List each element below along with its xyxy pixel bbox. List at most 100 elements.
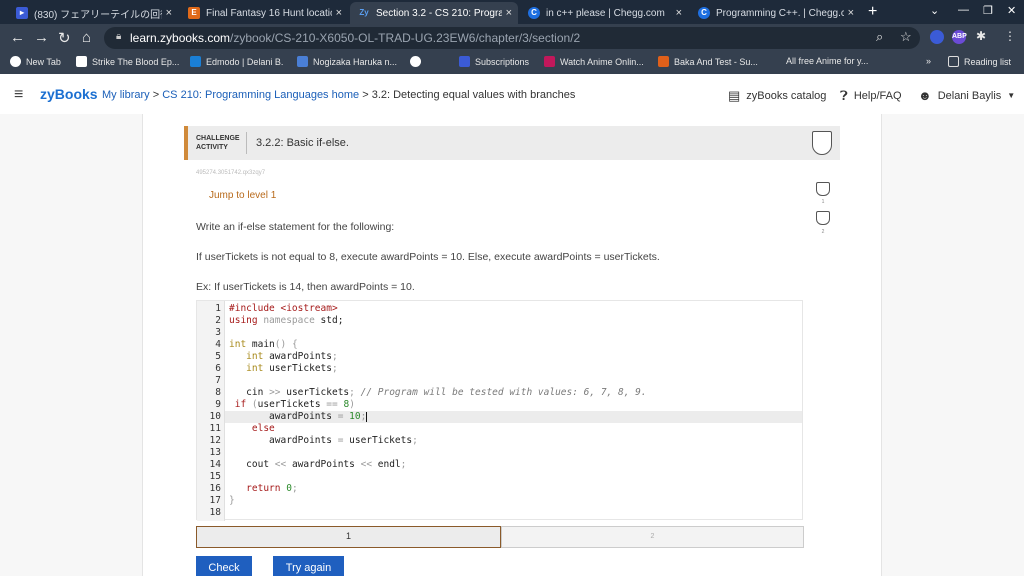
tab-2[interactable]: E Final Fantasy 16 Hunt locatio × [180,2,348,24]
tab-title: Final Fantasy 16 Hunt locatio [206,7,332,19]
edmodo-icon [190,56,201,67]
bookmark-globe[interactable] [410,56,426,67]
code-token: ( [246,399,258,410]
close-tab-icon[interactable]: × [848,7,854,19]
line-number: 7 [215,375,221,386]
label-line: CHALLENGE [196,135,240,142]
user-menu[interactable]: ☻ Delani Baylis ▼ [918,88,1015,103]
code-token: == [320,399,344,410]
close-tab-icon[interactable]: × [336,7,342,19]
tab-search-icon[interactable]: ⌄ [930,4,939,17]
tab-title: Section 3.2 - CS 210: Program [376,7,502,19]
adblock-icon[interactable]: ABP [952,30,967,44]
reading-list-button[interactable]: Reading list [948,56,1011,67]
bookmark-label: Baka And Test - Su... [674,56,758,67]
tab-1[interactable]: ▸ (830) フェアリーテイルの回復 × [8,2,178,24]
bookmark-nogizaka[interactable]: Nogizaka Haruka n... [297,56,397,67]
breadcrumb-library[interactable]: My library [102,89,150,101]
new-tab-button[interactable]: + [868,3,877,21]
code-line: 15 [197,471,802,483]
home-icon[interactable]: ⌂ [82,29,91,46]
bookmark-star-icon[interactable]: ☆ [900,29,912,45]
code-token: userTickets [257,399,321,410]
close-tab-icon[interactable]: × [676,7,682,19]
code-token: std [320,315,338,326]
forward-icon[interactable]: → [34,29,49,46]
help-label: Help/FAQ [853,90,902,102]
text-cursor [366,411,368,422]
close-tab-icon[interactable]: × [506,7,512,19]
menu-kebab-icon[interactable]: ⋮ [1004,29,1016,43]
bookmark-baka-and-test[interactable]: Baka And Test - Su... [658,56,758,67]
code-token: endl [377,459,401,470]
tab-strip: ▸ (830) フェアリーテイルの回復 × E Final Fantasy 16… [0,0,1024,24]
bookmark-label: Strike The Blood Ep... [92,56,180,67]
tab-4[interactable]: C in c++ please | Chegg.com × [520,2,688,24]
code-token: awardPoints [269,411,332,422]
code-token: if [234,399,247,410]
url-host: learn.zybooks.com [130,31,231,45]
chegg-icon: C [528,7,540,19]
user-name: Delani Baylis [937,89,1002,102]
restore-icon[interactable]: ❐ [983,4,993,17]
challenge-header: CHALLENGE ACTIVITY 3.2.2: Basic if-else. [184,126,840,160]
zoom-icon[interactable]: ⌕ [876,29,883,45]
level-1-badge-icon[interactable] [816,182,830,196]
code-token: else [251,423,275,434]
close-window-icon[interactable]: ✕ [1007,4,1016,17]
code-token: awardPoints [269,435,332,446]
code-token: awardPoints [291,459,355,470]
try-again-button[interactable]: Try again [273,556,344,576]
code-token: ; [331,351,338,362]
check-button[interactable]: Check [196,556,252,576]
hamburger-menu-icon[interactable]: ≡ [14,86,23,104]
breadcrumb-separator: > [152,89,160,101]
line-number: 10 [209,411,221,422]
progress-segment-1[interactable]: 1 [196,526,501,548]
minimize-icon[interactable]: — [958,4,969,16]
bookmarks-overflow-button[interactable]: » [926,56,931,66]
extensions-puzzle-icon[interactable]: ✱ [976,29,986,43]
close-tab-icon[interactable]: × [166,7,172,19]
bookmark-strike-the-blood[interactable]: Strike The Blood Ep... [76,56,179,67]
bookmark-watch-anime[interactable]: Watch Anime Onlin... [544,56,644,67]
breadcrumb-course[interactable]: CS 210: Programming Languages home [162,89,359,101]
code-line: 16 return 0; [197,483,802,495]
bookmark-label: Edmodo | Delani B. [206,56,284,67]
level-2-number: 2 [821,229,825,235]
code-line: 8 cin >> userTickets; // Program will be… [197,387,802,399]
extension-icon[interactable] [930,30,944,44]
bookmark-new-tab[interactable]: New Tab [10,56,61,67]
code-token: cin [246,387,264,398]
code-token: return [246,483,281,494]
help-link[interactable]: ❓︎ Help/FAQ [840,88,902,104]
progress-segment-2[interactable]: 2 [501,526,804,548]
code-line-active: 10 awardPoints = 10; [197,411,802,423]
bookmark-edmodo[interactable]: Edmodo | Delani B. [190,56,283,67]
address-bar[interactable]: 🔒︎ learn.zybooks.com/zybook/CS-210-X6050… [104,27,920,49]
reload-icon[interactable]: ↻ [58,29,71,47]
code-editor[interactable]: 1 #include <iostream> 2 using namespace st… [196,300,803,521]
youtube-icon [459,56,470,67]
catalog-label: zyBooks catalog [746,90,827,102]
instruction-text: Write an if-else statement for the follo… [196,221,395,233]
tab-3-active[interactable]: Zy Section 3.2 - CS 210: Program × [350,2,518,24]
jump-to-level-link[interactable]: Jump to level 1 [209,190,276,201]
catalog-link[interactable]: ▤ zyBooks catalog [728,88,826,104]
tab-5[interactable]: C Programming C++. | Chegg.co × [690,2,860,24]
back-icon[interactable]: ← [10,29,25,46]
code-token: namespace [257,315,321,326]
line-number: 2 [215,315,221,326]
bookmark-all-free-anime[interactable]: All free Anime for y... [786,56,868,66]
breadcrumb: My library > CS 210: Programming Languag… [102,89,575,101]
bookmark-subscriptions[interactable]: Subscriptions [459,56,529,67]
level-2-badge-icon[interactable] [816,211,830,225]
code-line: 17} [197,495,802,507]
code-line: 11 else [197,423,802,435]
code-token: ; [412,435,418,446]
code-token: userTickets [349,435,413,446]
line-number: 11 [209,423,221,434]
code-line: 4 int main() { [197,339,802,351]
zybooks-logo[interactable]: zyBooks [40,86,98,102]
code-token: << [269,459,292,470]
